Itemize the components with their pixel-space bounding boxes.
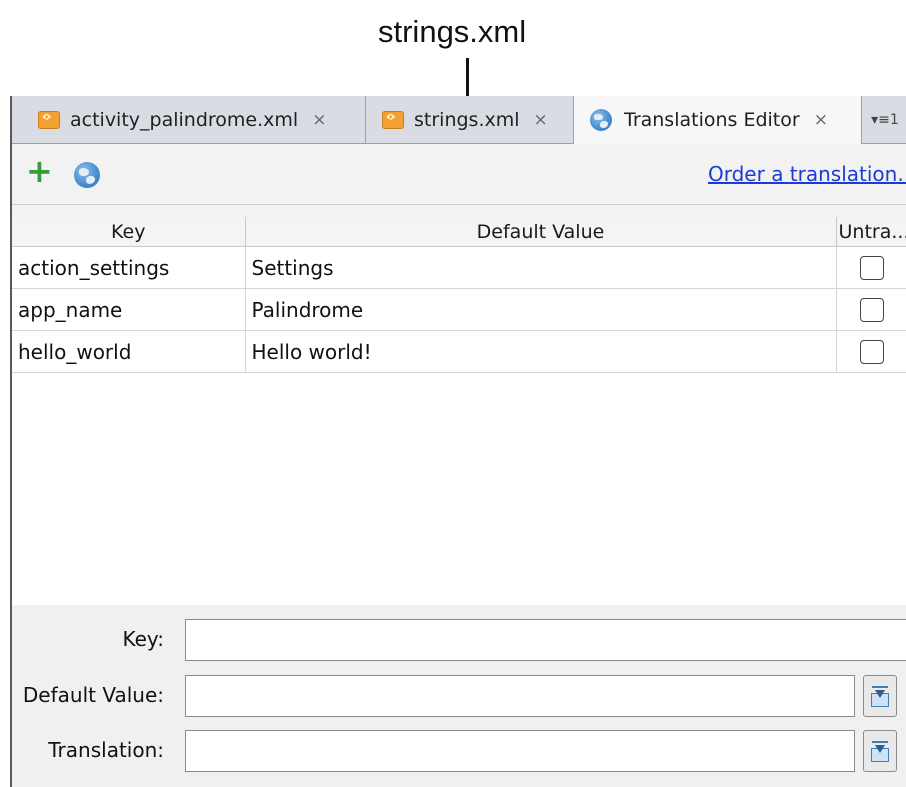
plus-icon[interactable]: +	[26, 155, 53, 187]
close-tab-icon[interactable]: ×	[534, 110, 548, 130]
editor-panel: activity_palindrome.xml × strings.xml × …	[10, 96, 906, 787]
tab-overflow-button[interactable]: ▾≡1	[862, 96, 906, 143]
default-value-cell[interactable]: Settings	[245, 246, 837, 289]
column-header-key[interactable]: Key	[12, 217, 246, 247]
table-row[interactable]: action_settings Settings	[12, 246, 906, 289]
tab-label: strings.xml	[414, 108, 520, 131]
xml-file-icon	[382, 109, 404, 129]
default-value-browse-button[interactable]	[863, 675, 897, 717]
translations-table-area: Key Default Value Untra... action_settin…	[12, 217, 906, 605]
download-icon	[870, 685, 890, 707]
default-value-cell[interactable]: Palindrome	[245, 288, 837, 331]
globe-icon[interactable]	[74, 162, 100, 188]
tab-label: activity_palindrome.xml	[70, 108, 299, 131]
tab-label: Translations Editor	[624, 109, 800, 131]
globe-icon	[590, 109, 612, 131]
tab-strings-xml[interactable]: strings.xml ×	[366, 96, 574, 143]
untranslatable-checkbox[interactable]	[860, 298, 884, 323]
default-value-label: Default Value:	[22, 683, 164, 707]
default-value-cell[interactable]: Hello world!	[245, 330, 837, 373]
untranslatable-checkbox[interactable]	[860, 340, 884, 365]
xml-file-icon	[38, 109, 60, 129]
close-tab-icon[interactable]: ×	[312, 110, 326, 130]
translations-table: Key Default Value Untra... action_settin…	[12, 217, 906, 373]
translation-browse-button[interactable]	[863, 730, 897, 772]
download-icon	[870, 740, 890, 762]
key-cell[interactable]: app_name	[12, 288, 246, 331]
order-translation-link[interactable]: Order a translation...	[708, 162, 906, 186]
callout-label: strings.xml	[378, 14, 527, 49]
untranslatable-cell	[836, 246, 906, 289]
column-header-untranslatable[interactable]: Untra...	[836, 217, 906, 247]
key-label: Key:	[122, 627, 164, 651]
key-cell[interactable]: action_settings	[12, 246, 246, 289]
untranslatable-cell	[836, 330, 906, 373]
table-header-row: Key Default Value Untra...	[12, 217, 906, 247]
translations-toolbar: + Order a translation...	[12, 144, 906, 205]
tab-activity-palindrome[interactable]: activity_palindrome.xml ×	[12, 96, 366, 143]
table-row[interactable]: hello_world Hello world!	[12, 330, 906, 373]
translation-label: Translation:	[48, 738, 164, 762]
default-value-input[interactable]	[185, 675, 855, 717]
tab-bar: activity_palindrome.xml × strings.xml × …	[12, 96, 906, 144]
untranslatable-checkbox[interactable]	[860, 256, 884, 281]
translation-input[interactable]	[185, 730, 855, 772]
column-header-default-value[interactable]: Default Value	[245, 217, 837, 247]
tab-translations-editor[interactable]: Translations Editor ×	[574, 96, 862, 144]
key-cell[interactable]: hello_world	[12, 330, 246, 373]
untranslatable-cell	[836, 288, 906, 331]
table-row[interactable]: app_name Palindrome	[12, 288, 906, 331]
string-detail-form: Key: Default Value: Translation:	[12, 605, 906, 787]
close-tab-icon[interactable]: ×	[814, 110, 828, 130]
key-input[interactable]	[185, 619, 906, 661]
